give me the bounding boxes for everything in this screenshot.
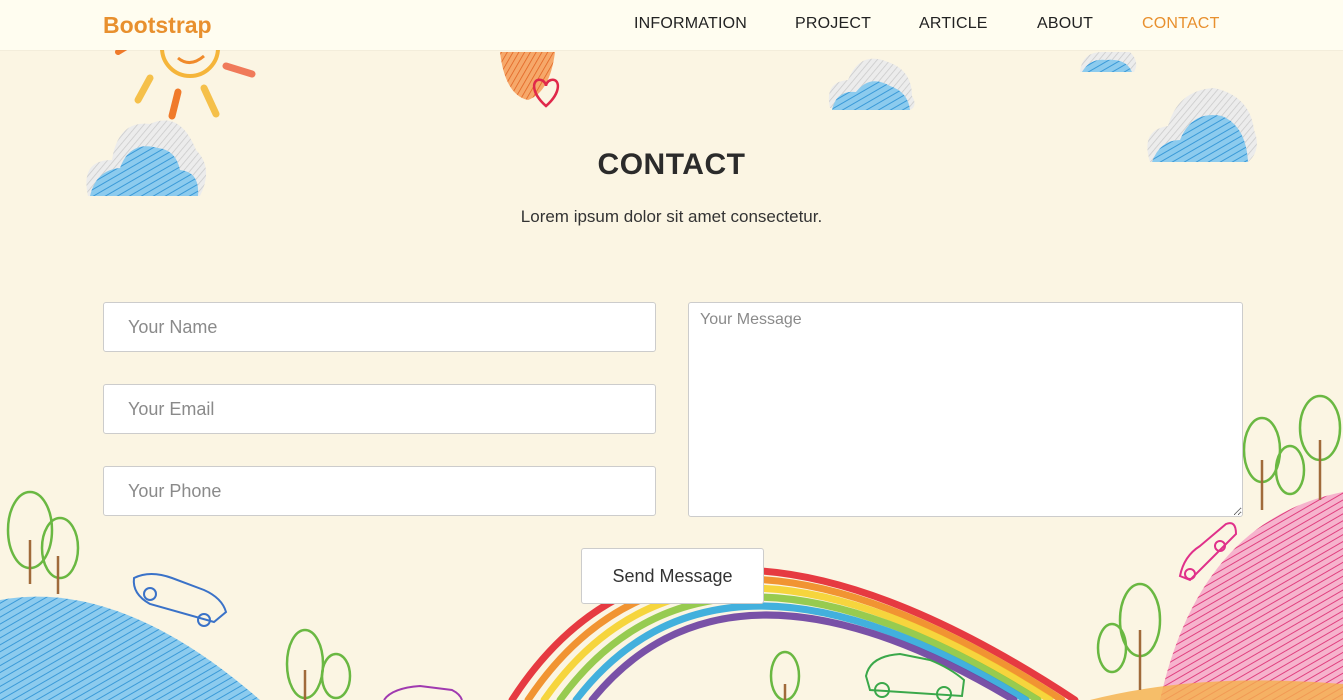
- section-subtitle: Lorem ipsum dolor sit amet consectetur.: [520, 207, 823, 226]
- brand-logo[interactable]: Bootstrap: [103, 12, 212, 39]
- cloud-mid: [828, 58, 915, 110]
- balloon-doodle: [500, 52, 560, 108]
- cloud-top-right: [1080, 52, 1137, 72]
- message-textarea[interactable]: [688, 302, 1243, 517]
- pink-hill: [1160, 492, 1343, 700]
- blue-hill: [0, 596, 260, 700]
- nav-item-about[interactable]: ABOUT: [1037, 15, 1093, 33]
- nav-item-information[interactable]: INFORMATION: [634, 15, 747, 33]
- navbar: Bootstrap INFORMATION PROJECT ARTICLE AB…: [0, 0, 1343, 50]
- nav-item-project[interactable]: PROJECT: [795, 15, 871, 33]
- nav-item-contact[interactable]: CONTACT: [1142, 15, 1220, 33]
- car-doodle-blue: [132, 573, 228, 627]
- nav-item-article[interactable]: ARTICLE: [919, 15, 988, 33]
- name-input[interactable]: [103, 302, 656, 352]
- section-title: CONTACT: [597, 148, 746, 181]
- send-message-button[interactable]: Send Message: [581, 548, 764, 604]
- email-input[interactable]: [103, 384, 656, 434]
- phone-input[interactable]: [103, 466, 656, 516]
- orange-hill: [1090, 680, 1343, 700]
- car-doodle-purple: [383, 684, 463, 700]
